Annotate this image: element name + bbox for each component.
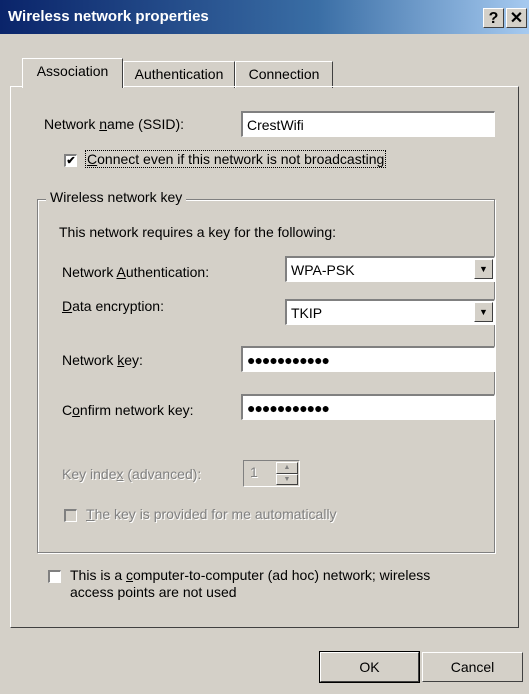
- wireless-key-group: [37, 199, 495, 553]
- auth-label: Network Authentication:: [62, 264, 210, 280]
- enc-select-value: TKIP: [291, 305, 323, 321]
- wireless-key-group-title: Wireless network key: [46, 189, 187, 205]
- key-requirement-text: This network requires a key for the foll…: [59, 224, 337, 240]
- tab-association[interactable]: Association: [22, 58, 123, 88]
- confirm-key-input[interactable]: ●●●●●●●●●●●: [241, 394, 495, 420]
- tab-connection[interactable]: Connection: [235, 61, 333, 88]
- enc-label: Data encryption:: [62, 298, 164, 314]
- cancel-button[interactable]: Cancel: [422, 652, 523, 682]
- adhoc-checkbox[interactable]: [48, 570, 61, 583]
- ssid-input[interactable]: CrestWifi: [241, 111, 495, 137]
- key-index-spinner[interactable]: 1 ▲ ▼: [243, 460, 300, 487]
- chevron-down-icon[interactable]: ▼: [474, 302, 493, 322]
- auto-key-label: The key is provided for me automatically: [86, 506, 337, 522]
- spin-down-icon[interactable]: ▼: [276, 474, 298, 485]
- tab-authentication[interactable]: Authentication: [123, 61, 235, 88]
- help-button[interactable]: ?: [483, 8, 504, 28]
- enc-select[interactable]: TKIP ▼: [285, 299, 495, 325]
- spin-up-icon[interactable]: ▲: [276, 462, 298, 474]
- chevron-down-icon[interactable]: ▼: [474, 259, 493, 279]
- netkey-input[interactable]: ●●●●●●●●●●●: [241, 346, 495, 372]
- ssid-label: Network name (SSID):: [44, 116, 185, 132]
- title-bar: Wireless network properties ? ✕: [0, 0, 529, 34]
- auth-select-value: WPA-PSK: [291, 262, 355, 278]
- close-icon: ✕: [509, 10, 524, 27]
- auto-key-checkbox[interactable]: [64, 509, 77, 522]
- close-button[interactable]: ✕: [506, 8, 527, 28]
- connect-broadcast-checkbox[interactable]: ✔: [64, 154, 77, 167]
- adhoc-label[interactable]: This is a computer-to-computer (ad hoc) …: [70, 567, 430, 601]
- confirm-key-label: Confirm network key:: [62, 402, 194, 418]
- auth-select[interactable]: WPA-PSK ▼: [285, 256, 495, 282]
- ok-button[interactable]: OK: [319, 651, 420, 683]
- window-title: Wireless network properties: [8, 8, 209, 25]
- connect-broadcast-label[interactable]: Connect even if this network is not broa…: [84, 150, 387, 168]
- key-index-label: Key index (advanced):: [62, 466, 202, 482]
- key-index-value: 1: [250, 464, 258, 480]
- netkey-label: Network key:: [62, 352, 143, 368]
